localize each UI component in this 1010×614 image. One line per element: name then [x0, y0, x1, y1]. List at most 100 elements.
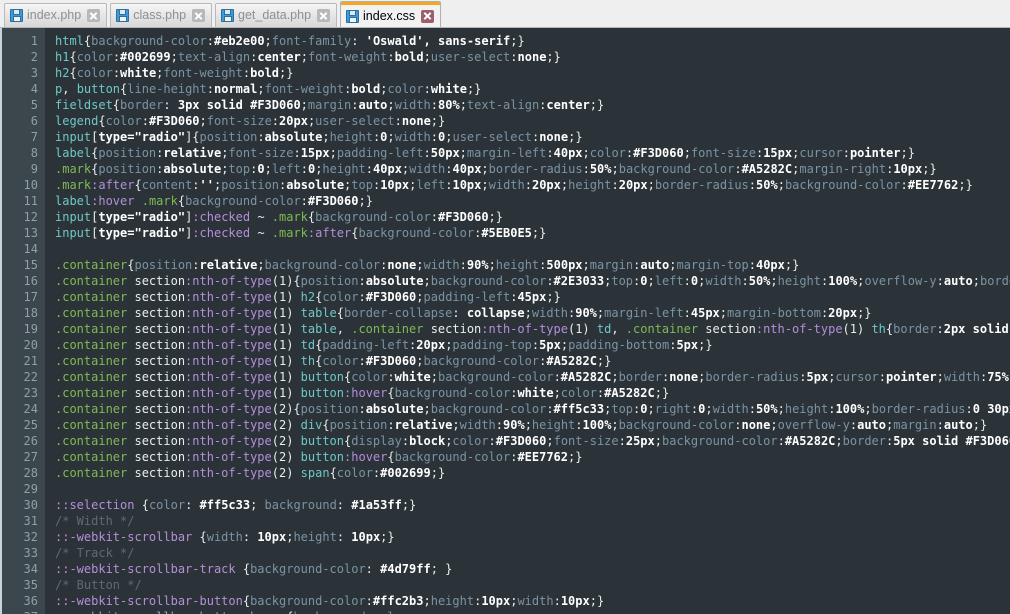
- code-line[interactable]: /* Button */: [55, 577, 1010, 593]
- code-line[interactable]: .container section:nth-of-type(1) td{pad…: [55, 337, 1010, 353]
- line-number: 36: [2, 593, 45, 609]
- token-prop: background-color: [91, 34, 207, 48]
- code-line[interactable]: label{position:relative;font-size:15px;p…: [55, 145, 1010, 161]
- token-val: #A5282C: [785, 434, 836, 448]
- code-line[interactable]: .container section:nth-of-type(1) table,…: [55, 321, 1010, 337]
- token-punc: ;}: [510, 34, 524, 48]
- token-cls: .container: [55, 386, 127, 400]
- token-punc: ;: [460, 98, 467, 112]
- code-line[interactable]: .container section:nth-of-type(1) h2{col…: [55, 289, 1010, 305]
- code-line[interactable]: .container section:nth-of-type(2) span{c…: [55, 465, 1010, 481]
- token-punc: ;}: [590, 98, 604, 112]
- token-val: auto: [944, 274, 973, 288]
- token-val: 10px: [257, 530, 286, 544]
- token-punc: :: [843, 146, 850, 160]
- code-line[interactable]: [55, 481, 1010, 497]
- token-punc: :: [301, 162, 308, 176]
- code-line[interactable]: h2{color:white;font-weight:bold;}: [55, 65, 1010, 81]
- code-line[interactable]: .container section:nth-of-type(1) table{…: [55, 305, 1010, 321]
- token-sel: button: [301, 450, 344, 464]
- code-line[interactable]: input[type="radio"]{position:absolute;he…: [55, 129, 1010, 145]
- code-line[interactable]: .container section:nth-of-type(2){positi…: [55, 401, 1010, 417]
- token-prop: top: [228, 162, 250, 176]
- code-line[interactable]: .container section:nth-of-type(2) button…: [55, 449, 1010, 465]
- code-line[interactable]: ::-webkit-scrollbar-button:hover{backgro…: [55, 609, 1010, 614]
- token-val: 80%: [438, 98, 460, 112]
- token-punc: {: [330, 466, 337, 480]
- code-line[interactable]: p, button{line-height:normal;font-weight…: [55, 81, 1010, 97]
- token-punc: :: [358, 274, 365, 288]
- code-line[interactable]: html{background-color:#eb2e00;font-famil…: [55, 33, 1010, 49]
- token-punc: ;: [257, 82, 264, 96]
- code-line[interactable]: ::selection {color: #ff5c33; background:…: [55, 497, 1010, 513]
- code-line[interactable]: .container{position:relative;background-…: [55, 257, 1010, 273]
- token-val: 75%: [987, 370, 1009, 384]
- code-content-area[interactable]: html{background-color:#eb2e00;font-famil…: [45, 28, 1010, 614]
- token-punc: ;}: [467, 82, 481, 96]
- code-line[interactable]: /* Width */: [55, 513, 1010, 529]
- line-number: 19: [2, 321, 45, 337]
- token-val: 500px: [546, 258, 582, 272]
- close-icon[interactable]: [317, 9, 330, 22]
- code-line[interactable]: .mark:after{content:'';position:absolute…: [55, 177, 1010, 193]
- token-plain: section: [127, 418, 185, 432]
- line-number: 16: [2, 273, 45, 289]
- token-cls: .container: [351, 322, 423, 336]
- code-line[interactable]: label:hover .mark{background-color:#F3D0…: [55, 193, 1010, 209]
- line-number: 28: [2, 465, 45, 481]
- save-icon: [346, 10, 359, 23]
- tab-index-css[interactable]: index.css: [340, 1, 441, 27]
- code-line[interactable]: .container section:nth-of-type(2) button…: [55, 433, 1010, 449]
- code-line[interactable]: .container section:nth-of-type(1) th{col…: [55, 353, 1010, 369]
- token-pseu: :nth-of-type: [185, 370, 272, 384]
- token-prop: background-color: [431, 402, 547, 416]
- token-cls: .container: [55, 354, 127, 368]
- close-icon[interactable]: [421, 10, 434, 23]
- code-line[interactable]: fieldset{border: 3px solid #F3D060;margi…: [55, 97, 1010, 113]
- code-line[interactable]: ::-webkit-scrollbar {width: 10px;height:…: [55, 529, 1010, 545]
- code-line[interactable]: .container section:nth-of-type(1) button…: [55, 369, 1010, 385]
- close-icon[interactable]: [192, 9, 205, 22]
- token-val: 10px: [561, 594, 590, 608]
- token-val: 40px: [554, 146, 583, 160]
- code-line[interactable]: /* Track */: [55, 545, 1010, 561]
- token-punc: ;: [937, 370, 944, 384]
- code-line[interactable]: input[type="radio"]:checked ~ .mark{back…: [55, 209, 1010, 225]
- code-line[interactable]: [55, 241, 1010, 257]
- code-line[interactable]: .container section:nth-of-type(2) div{po…: [55, 417, 1010, 433]
- token-punc: {: [351, 226, 358, 240]
- token-val: relative: [200, 258, 258, 272]
- token-punc: :: [445, 162, 452, 176]
- code-line[interactable]: ::-webkit-scrollbar-button{background-co…: [55, 593, 1010, 609]
- token-val: #F3D060: [366, 290, 417, 304]
- tab-get_data-php[interactable]: get_data.php: [215, 3, 337, 27]
- tab-class-php[interactable]: class.php: [110, 3, 212, 27]
- code-line[interactable]: ::-webkit-scrollbar-track {background-co…: [55, 561, 1010, 577]
- token-punc: :: [937, 274, 944, 288]
- code-line[interactable]: .container section:nth-of-type(1) button…: [55, 385, 1010, 401]
- code-line[interactable]: .mark{position:absolute;top:0;left:0;hei…: [55, 161, 1010, 177]
- token-val: 20px: [828, 306, 857, 320]
- token-sel: button: [301, 434, 344, 448]
- tab-index-php[interactable]: index.php: [4, 3, 107, 27]
- close-icon[interactable]: [87, 9, 100, 22]
- token-val: normal: [214, 82, 257, 96]
- token-punc: (2): [272, 418, 301, 432]
- code-editor[interactable]: 1234567891011121314151617181920212223242…: [0, 28, 1010, 614]
- code-line[interactable]: input[type="radio"]:checked ~ .mark:afte…: [55, 225, 1010, 241]
- line-number: 25: [2, 417, 45, 433]
- token-prop: border-radius: [705, 370, 799, 384]
- token-val: none: [741, 418, 770, 432]
- token-punc: ;: [423, 594, 430, 608]
- code-line[interactable]: legend{color:#F3D060;font-size:20px;user…: [55, 113, 1010, 129]
- line-number: 21: [2, 353, 45, 369]
- token-punc: :: [142, 114, 149, 128]
- token-cls: .container: [55, 258, 127, 272]
- code-line[interactable]: .container section:nth-of-type(1){positi…: [55, 273, 1010, 289]
- token-prop: width: [424, 258, 460, 272]
- code-line[interactable]: h1{color:#002699;text-align:center;font-…: [55, 49, 1010, 65]
- token-punc: :: [337, 498, 351, 512]
- token-sel: td: [597, 322, 611, 336]
- token-punc: ;: [684, 146, 691, 160]
- token-prop: font-size: [207, 114, 272, 128]
